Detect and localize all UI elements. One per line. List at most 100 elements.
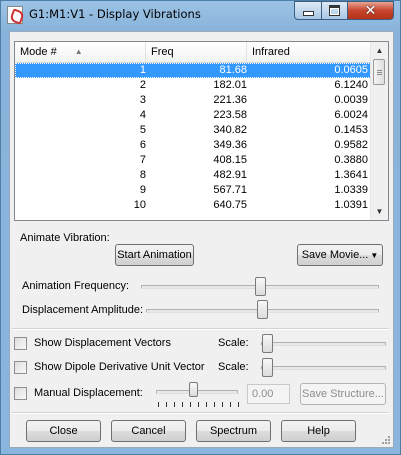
mode-cell: 2 <box>139 79 146 91</box>
list-rows: 1 81.68 0.0605 2 182.01 6.1240 3 221.36 0.0039 4 2… <box>15 63 371 213</box>
display-vibrations-window: G1:M1:V1 - Display Vibrations ✕ Mode # ▲ … <box>0 0 401 455</box>
thumb-grip-line <box>377 74 382 75</box>
list-row[interactable]: 9 567.71 1.0339 <box>15 183 371 198</box>
freq-cell: 223.58 <box>213 109 247 121</box>
minimize-icon <box>302 11 314 16</box>
infrared-cell: 1.3641 <box>334 169 368 181</box>
list-row[interactable]: 2 182.01 6.1240 <box>15 78 371 93</box>
vectors-scale-label: Scale: <box>218 337 249 349</box>
freq-cell: 182.01 <box>213 79 247 91</box>
mode-cell: 9 <box>139 184 146 196</box>
scroll-down-arrow-icon[interactable]: ▼ <box>371 203 388 220</box>
close-window-button[interactable]: ✕ <box>347 1 394 20</box>
mode-cell: 8 <box>139 169 146 181</box>
save-movie-dropdown-button[interactable]: Save Movie... ▼ <box>297 244 383 266</box>
freq-cell: 408.15 <box>213 154 247 166</box>
list-row[interactable]: 1 81.68 0.0605 <box>15 63 371 78</box>
mode-cell: 1 <box>139 64 146 76</box>
animation-frequency-label: Animation Frequency: <box>22 280 129 292</box>
close-icon: ✕ <box>364 2 377 19</box>
show-dipole-derivative-checkbox[interactable] <box>14 361 27 374</box>
infrared-cell: 6.1240 <box>334 79 368 91</box>
column-header-infrared[interactable]: Infrared <box>247 42 371 62</box>
footer-divider <box>12 412 389 414</box>
column-header-mode-label: Mode # <box>20 46 57 58</box>
thumb-grip-line <box>377 70 382 71</box>
save-structure-button[interactable]: Save Structure... <box>300 383 386 405</box>
minimize-button[interactable] <box>294 1 322 20</box>
slider-tick <box>230 402 231 407</box>
slider-tick <box>182 402 183 407</box>
mode-cell: 10 <box>133 199 146 211</box>
freq-cell: 482.91 <box>213 169 247 181</box>
animate-vibration-label: Animate Vibration: <box>20 232 110 244</box>
infrared-cell: 0.9582 <box>334 139 368 151</box>
scroll-up-arrow-icon[interactable]: ▲ <box>371 42 388 59</box>
slider-tick <box>174 402 175 407</box>
list-row[interactable]: 4 223.58 6.0024 <box>15 108 371 123</box>
infrared-cell: 1.0339 <box>334 184 368 196</box>
start-animation-button[interactable]: Start Animation <box>115 244 194 266</box>
help-button[interactable]: Help <box>281 420 356 442</box>
manual-displacement-value-field[interactable]: 0.00 <box>247 384 290 404</box>
manual-displacement-label[interactable]: Manual Displacement: <box>34 387 143 399</box>
infrared-cell: 0.0039 <box>334 94 368 106</box>
freq-cell: 340.82 <box>213 124 247 136</box>
dipole-scale-slider-thumb[interactable] <box>262 358 273 377</box>
spectrum-button[interactable]: Spectrum <box>196 420 271 442</box>
title-bar[interactable]: G1:M1:V1 - Display Vibrations ✕ <box>1 1 400 29</box>
mode-cell: 7 <box>139 154 146 166</box>
list-row[interactable]: 3 221.36 0.0039 <box>15 93 371 108</box>
slider-tick <box>198 402 199 407</box>
maximize-button[interactable] <box>321 1 348 20</box>
vibration-modes-list[interactable]: Mode # ▲ Freq Infrared 1 81.68 0.0605 2 182.0… <box>14 41 389 221</box>
close-button[interactable]: Close <box>26 420 101 442</box>
freq-cell: 221.36 <box>213 94 247 106</box>
dialog-body: Mode # ▲ Freq Infrared 1 81.68 0.0605 2 182.0… <box>9 31 394 448</box>
scroll-thumb[interactable] <box>373 59 385 85</box>
dipole-scale-track[interactable] <box>261 366 386 370</box>
show-displacement-vectors-checkbox[interactable] <box>14 337 27 350</box>
list-row[interactable]: 10 640.75 1.0391 <box>15 198 371 213</box>
slider-tick <box>222 402 223 407</box>
freq-cell: 567.71 <box>213 184 247 196</box>
infrared-cell: 1.0391 <box>334 199 368 211</box>
list-row[interactable]: 8 482.91 1.3641 <box>15 168 371 183</box>
slider-tick <box>206 402 207 407</box>
list-vertical-scrollbar[interactable]: ▲ ▼ <box>370 42 388 220</box>
vectors-scale-track[interactable] <box>261 342 386 346</box>
save-movie-label: Save Movie... <box>301 249 369 261</box>
show-dipole-derivative-label[interactable]: Show Dipole Derivative Unit Vector <box>34 361 205 373</box>
resize-grip-icon[interactable] <box>381 435 391 445</box>
column-header-mode[interactable]: Mode # ▲ <box>15 42 146 62</box>
manual-displacement-checkbox[interactable] <box>14 387 27 400</box>
show-displacement-vectors-label[interactable]: Show Displacement Vectors <box>34 337 171 349</box>
slider-tick <box>158 402 159 407</box>
infrared-cell: 0.3880 <box>334 154 368 166</box>
slider-tick <box>166 402 167 407</box>
window-title: G1:M1:V1 - Display Vibrations <box>29 7 201 21</box>
list-row[interactable]: 5 340.82 0.1453 <box>15 123 371 138</box>
maximize-icon <box>329 5 340 16</box>
slider-tick <box>238 402 239 407</box>
list-row[interactable]: 6 349.36 0.9582 <box>15 138 371 153</box>
mode-cell: 4 <box>139 109 146 121</box>
displacement-amplitude-slider-thumb[interactable] <box>257 300 268 319</box>
list-row[interactable]: 7 408.15 0.3880 <box>15 153 371 168</box>
vectors-scale-slider-thumb[interactable] <box>262 334 273 353</box>
infrared-cell: 6.0024 <box>334 109 368 121</box>
column-header-freq[interactable]: Freq <box>146 42 247 62</box>
column-header-infrared-label: Infrared <box>252 46 290 58</box>
list-header: Mode # ▲ Freq Infrared <box>15 42 371 63</box>
freq-cell: 640.75 <box>213 199 247 211</box>
displacement-amplitude-label: Displacement Amplitude: <box>22 304 144 316</box>
freq-cell: 81.68 <box>219 64 247 76</box>
app-icon[interactable] <box>7 6 23 24</box>
cancel-button[interactable]: Cancel <box>111 420 186 442</box>
mode-cell: 6 <box>139 139 146 151</box>
sort-ascending-icon: ▲ <box>74 47 83 56</box>
manual-displacement-slider-thumb[interactable] <box>189 382 198 397</box>
infrared-cell: 0.1453 <box>334 124 368 136</box>
dipole-scale-label: Scale: <box>218 361 249 373</box>
animation-frequency-slider-thumb[interactable] <box>255 277 266 296</box>
